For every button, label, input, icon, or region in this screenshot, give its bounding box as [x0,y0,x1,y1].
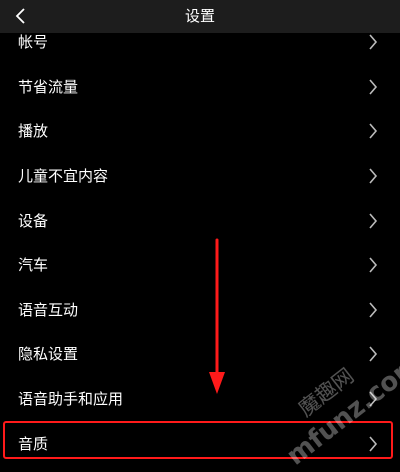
settings-item-privacy[interactable]: 隐私设置 [0,332,400,377]
chevron-right-icon [369,436,378,452]
settings-item-voice-assistants[interactable]: 语音助手和应用 [0,377,400,422]
settings-item-label: 帐号 [18,33,49,52]
settings-list: 帐号 节省流量 播放 儿童不宜内容 设备 汽车 语音互动 隐私设置 语音助手和应… [0,20,400,466]
chevron-right-icon [369,391,378,407]
chevron-right-icon [369,123,378,140]
settings-item-voice-interaction[interactable]: 语音互动 [0,288,400,333]
settings-item-explicit-content[interactable]: 儿童不宜内容 [0,154,400,199]
settings-item-data-saver[interactable]: 节省流量 [0,65,400,110]
settings-item-label: 播放 [18,122,49,141]
settings-item-devices[interactable]: 设备 [0,198,400,243]
chevron-right-icon [369,79,378,95]
top-bar: 设置 [0,0,400,33]
chevron-right-icon [369,168,378,184]
settings-item-label: 语音互动 [18,300,79,319]
settings-item-car[interactable]: 汽车 [0,243,400,288]
chevron-right-icon [369,213,378,229]
settings-item-label: 节省流量 [18,77,79,96]
settings-screen: 帐号 节省流量 播放 儿童不宜内容 设备 汽车 语音互动 隐私设置 语音助手和应… [0,0,400,472]
settings-item-label: 设备 [18,211,49,230]
settings-item-label: 音质 [18,434,49,453]
chevron-right-icon [369,302,378,318]
settings-item-audio-quality[interactable]: 音质 [0,421,400,466]
settings-item-label: 汽车 [18,256,49,275]
settings-item-label: 语音助手和应用 [18,390,124,409]
settings-item-label: 隐私设置 [18,345,79,364]
settings-item-label: 儿童不宜内容 [18,167,109,186]
down-arrow-annotation [209,238,225,394]
chevron-right-icon [369,346,378,362]
chevron-right-icon [369,34,378,50]
chevron-right-icon [369,257,378,273]
page-title: 设置 [184,7,215,25]
settings-item-playback[interactable]: 播放 [0,109,400,154]
